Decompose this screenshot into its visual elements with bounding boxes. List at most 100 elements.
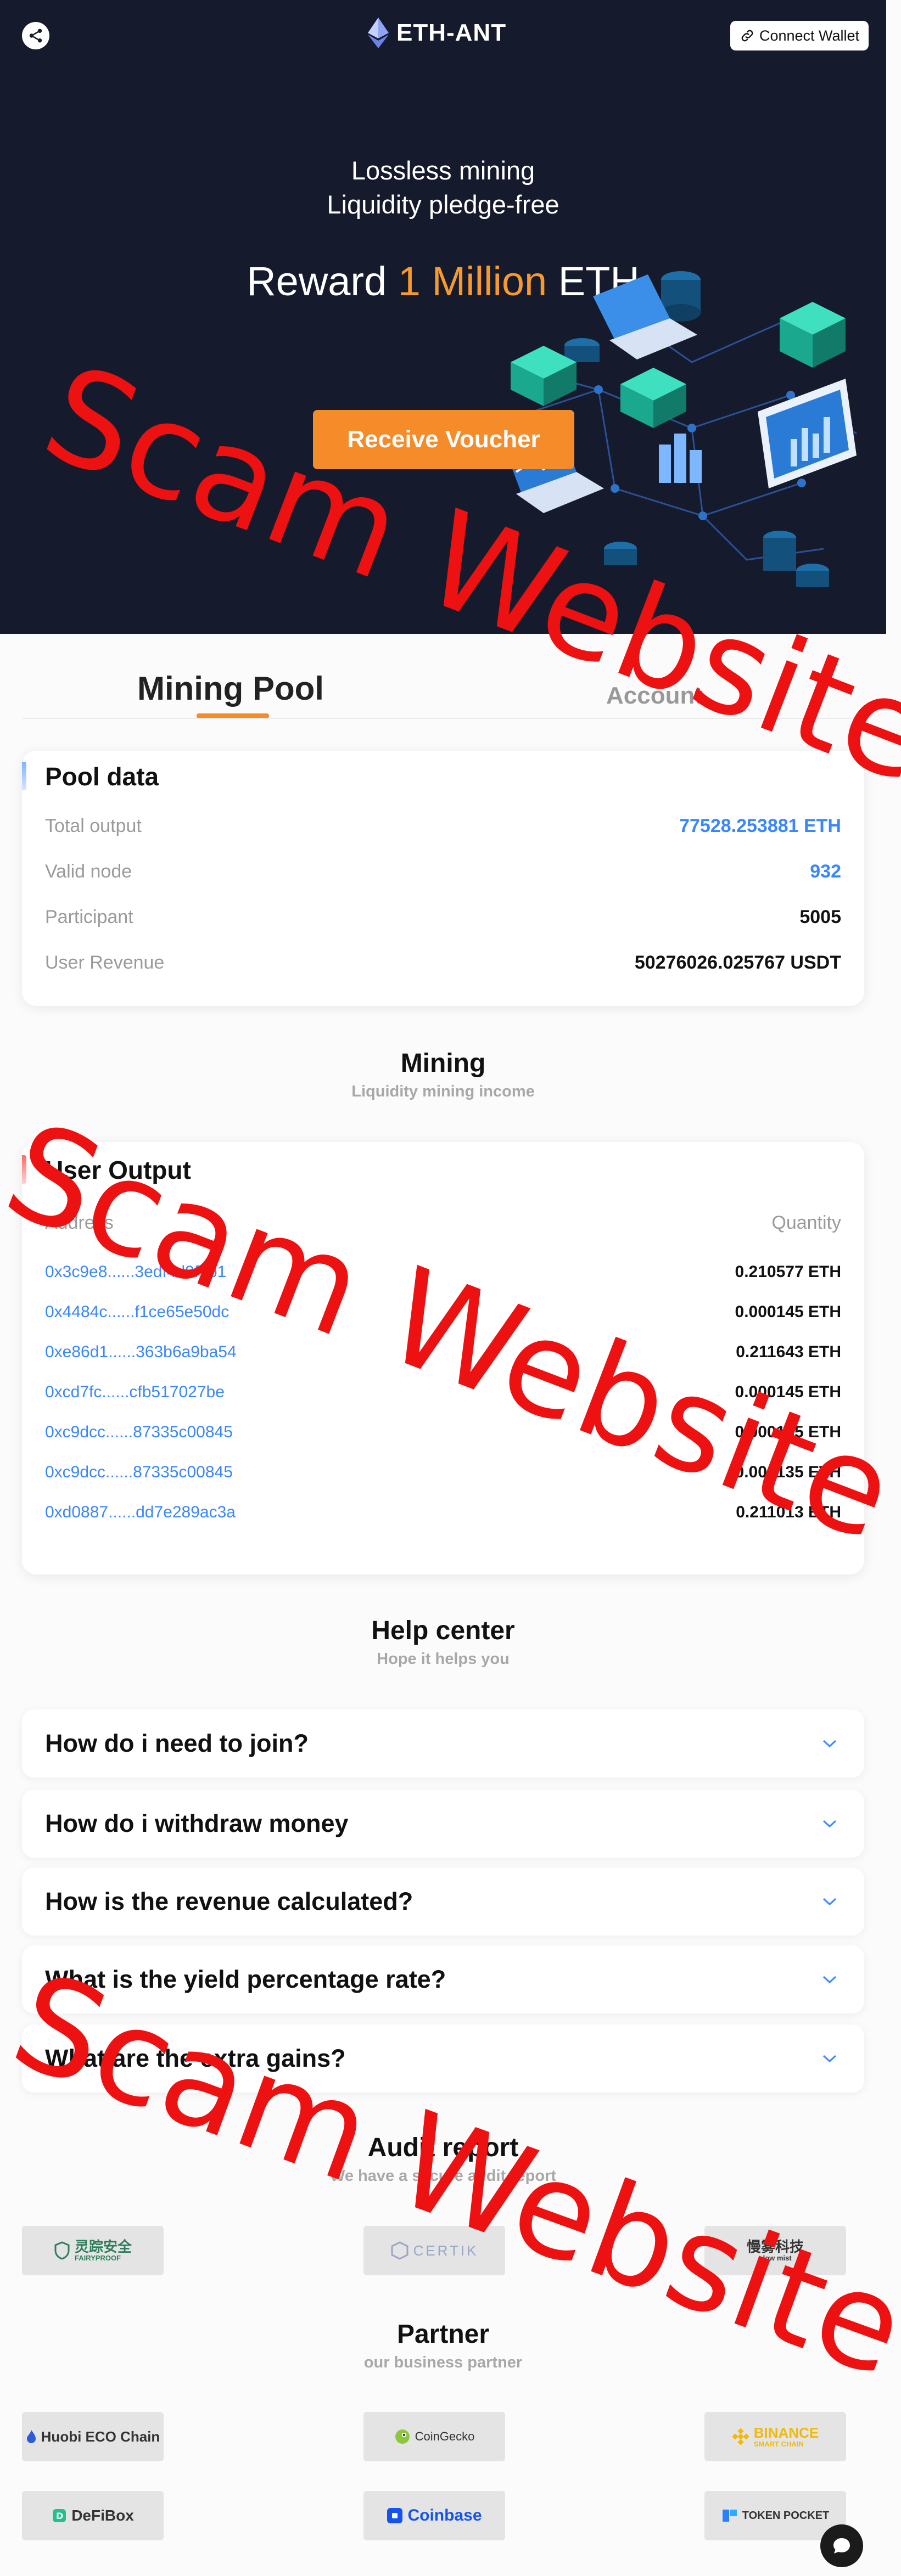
hero-tagline-2: Liquidity pledge-free [327, 190, 559, 219]
card-accent [22, 1155, 26, 1184]
output-quantity: 0.000145 ETH [735, 1303, 841, 1321]
faq-question: What is the yield percentage rate? [45, 1965, 446, 1993]
gecko-icon [395, 2429, 410, 2444]
partner-logo-coinbase[interactable]: Coinbase [363, 2491, 505, 2540]
tokenpocket-icon [722, 2510, 737, 2522]
brand-name: ETH-ANT [396, 19, 507, 46]
help-center-header: Help center Hope it helps you [0, 1616, 886, 1668]
logo-text: TOKEN POCKET [742, 2509, 830, 2522]
stat-label: User Revenue [45, 952, 165, 973]
logo-text: Huobi ECO Chain [41, 2428, 160, 2445]
tab-mining-pool[interactable]: Mining Pool [137, 670, 324, 707]
wallet-address[interactable]: 0xc9dcc......87335c00845 [45, 1463, 233, 1482]
user-output-title: User Output [45, 1156, 191, 1184]
stat-value: 5005 [799, 907, 841, 927]
coinbase-icon [387, 2508, 403, 2523]
partner-logo-binance[interactable]: BINANCE SMART CHAIN [704, 2412, 846, 2461]
partner-subtitle: our business partner [363, 2354, 523, 2371]
logo-subtext: FAIRYPROOF [74, 2254, 121, 2263]
card-accent [22, 762, 26, 790]
column-address: Address [45, 1212, 114, 1233]
share-icon[interactable] [22, 22, 49, 49]
chevron-down-icon [822, 1898, 837, 1906]
binance-icon [732, 2428, 749, 2445]
table-row: 0xc9dcc......87335c00845 0.000135 ETH [45, 1423, 841, 1442]
stat-value: 77528.253881 ETH [679, 815, 841, 836]
flame-icon [26, 2430, 36, 2443]
wallet-address[interactable]: 0xc9dcc......87335c00845 [45, 1423, 233, 1442]
output-quantity: 0.211643 ETH [736, 1343, 841, 1361]
audit-report-title: Audit report [367, 2133, 519, 2162]
chevron-down-icon [822, 1740, 837, 1748]
logo-text: CERTIK [413, 2242, 479, 2259]
column-quantity: Quantity [771, 1212, 841, 1233]
brand: ETH-ANT [368, 18, 506, 48]
mining-title: Mining [400, 1049, 486, 1078]
chevron-down-icon [822, 2055, 837, 2063]
partner-logo-defibox[interactable]: D DeFiBox [22, 2491, 164, 2540]
stat-row-participant: Participant 5005 [45, 907, 841, 928]
faq-item[interactable]: How do i need to join? [22, 1709, 864, 1778]
auditor-logo-slowmist[interactable]: 慢雾科技 slow mist [704, 2226, 846, 2275]
logo-subtext: slow mist [759, 2254, 792, 2263]
chat-support-button[interactable] [820, 2524, 863, 2567]
table-row: 0xc9dcc......87335c00845 0.000135 ETH [45, 1463, 841, 1482]
partner-header: Partner our business partner [0, 2319, 886, 2372]
stat-label: Participant [45, 907, 133, 927]
faq-question: What are the extra gains? [45, 2044, 346, 2072]
help-center-subtitle: Hope it helps you [377, 1650, 510, 1668]
mining-section-header: Mining Liquidity mining income [0, 1048, 886, 1101]
tab-divider [22, 718, 864, 719]
stat-row-total-output: Total output 77528.253881 ETH [45, 815, 841, 837]
stat-row-valid-node: Valid node 932 [45, 861, 841, 882]
wallet-address[interactable]: 0xe86d1......363b6a9ba54 [45, 1343, 237, 1362]
wallet-address[interactable]: 0x4484c......f1ce65e50dc [45, 1303, 229, 1321]
chevron-down-icon [822, 1820, 837, 1828]
help-center-title: Help center [371, 1616, 515, 1645]
logo-text: Coinbase [407, 2506, 482, 2524]
faq-question: How is the revenue calculated? [45, 1887, 413, 1915]
stat-label: Valid node [45, 861, 132, 882]
faq-item[interactable]: What are the extra gains? [22, 2024, 864, 2093]
receive-voucher-button[interactable]: Receive Voucher [313, 410, 574, 469]
table-row: 0xe86d1......363b6a9ba54 0.211643 ETH [45, 1343, 841, 1362]
svg-text:D: D [56, 2511, 63, 2521]
logo-text: 慢雾科技 [746, 2238, 804, 2255]
output-quantity: 0.000145 ETH [735, 1383, 841, 1401]
partner-logo-coingecko[interactable]: CoinGecko [363, 2412, 505, 2461]
chat-bubble-icon [833, 2538, 850, 2553]
table-row: 0x3c9e8......3edf4d9f7b1 0.210577 ETH [45, 1263, 841, 1281]
table-row: 0x4484c......f1ce65e50dc 0.000145 ETH [45, 1303, 841, 1321]
faq-question: How do i need to join? [45, 1729, 309, 1757]
pool-data-card: Pool data Total output 77528.253881 ETH … [22, 751, 864, 1006]
audit-report-header: Audit report We have a secure audit repo… [0, 2133, 886, 2185]
wallet-address[interactable]: 0x3c9e8......3edf4d9f7b1 [45, 1263, 226, 1281]
faq-item[interactable]: How do i withdraw money [22, 1790, 864, 1858]
chevron-down-icon [822, 1976, 837, 1984]
connect-wallet-label: Connect Wallet [759, 27, 860, 44]
partner-logo-huobi[interactable]: Huobi ECO Chain [22, 2412, 164, 2461]
ethereum-logo-icon [368, 18, 389, 48]
tab-account[interactable]: Account [606, 682, 703, 710]
auditor-logo-fairyproof[interactable]: 灵踪安全 FAIRYPROOF [22, 2226, 164, 2275]
user-output-card: User Output Address Quantity 0x3c9e8....… [22, 1142, 864, 1574]
defibox-icon: D [53, 2509, 66, 2522]
faq-item[interactable]: How is the revenue calculated? [22, 1868, 864, 1936]
logo-text: DeFiBox [71, 2507, 134, 2524]
partner-title: Partner [396, 2320, 490, 2349]
logo-text: CoinGecko [415, 2429, 475, 2443]
wallet-address[interactable]: 0xd0887......dd7e289ac3a [45, 1503, 236, 1522]
stat-row-user-revenue: User Revenue 50276026.025767 USDT [45, 952, 841, 974]
audit-report-subtitle: We have a secure audit report [329, 2167, 557, 2185]
faq-item[interactable]: What is the yield percentage rate? [22, 1945, 864, 2013]
reward-prefix: Reward [247, 258, 387, 304]
mining-subtitle: Liquidity mining income [351, 1083, 535, 1100]
auditor-logo-certik[interactable]: CERTIK [363, 2226, 505, 2275]
wallet-address[interactable]: 0xcd7fc......cfb517027be [45, 1383, 225, 1402]
stat-value: 50276026.025767 USDT [634, 952, 841, 973]
stat-label: Total output [45, 815, 142, 836]
output-table-header: Address Quantity [45, 1212, 841, 1234]
connect-wallet-button[interactable]: Connect Wallet [730, 21, 869, 50]
hero-tagline-1: Lossless mining [351, 156, 535, 185]
output-quantity: 0.000135 ETH [735, 1423, 841, 1441]
